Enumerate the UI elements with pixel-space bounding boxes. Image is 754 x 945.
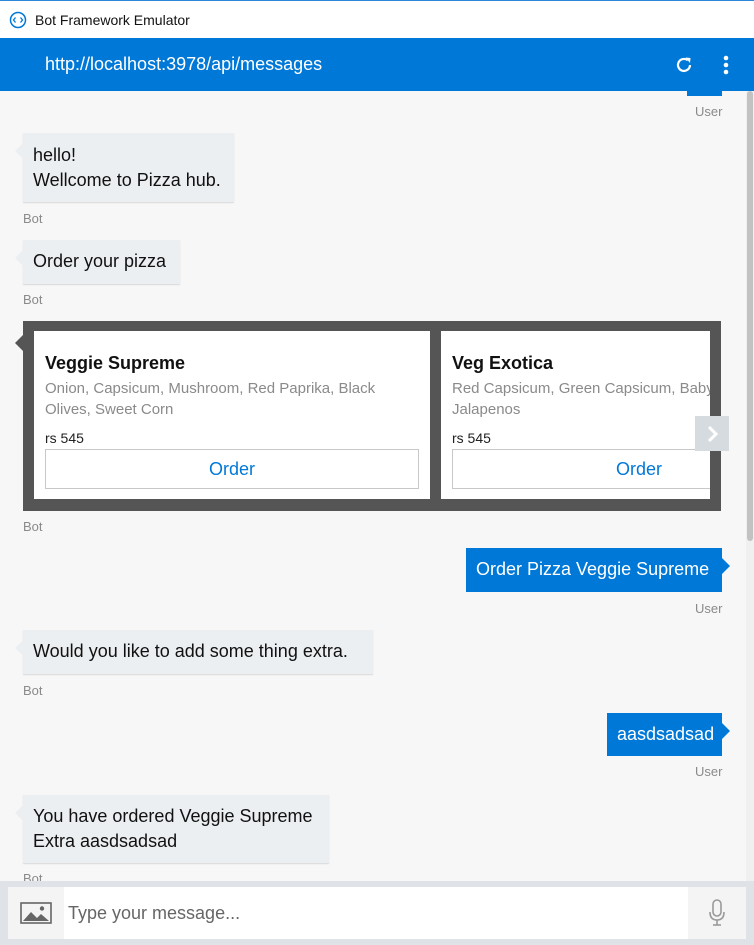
microphone-icon <box>709 899 725 926</box>
upload-image-button[interactable] <box>8 887 64 939</box>
sender-label-bot: Bot <box>23 683 43 698</box>
user-message: aasdsadsad <box>607 713 730 756</box>
message-input[interactable] <box>64 901 688 925</box>
sender-label-bot: Bot <box>23 519 43 534</box>
sender-label-bot: Bot <box>23 211 43 226</box>
card-price: rs 545 <box>452 430 491 446</box>
image-icon <box>20 902 52 924</box>
chevron-right-icon <box>707 425 719 442</box>
endpoint-url[interactable]: http://localhost:3978/api/messages <box>45 54 673 75</box>
user-bubble-partial <box>687 91 722 96</box>
endpoint-bar: http://localhost:3978/api/messages <box>0 38 754 91</box>
card-clip: Veg Exotica Red Capsicum, Green Capsicum… <box>441 331 710 499</box>
message-text: Order Pizza Veggie Supreme <box>476 559 710 579</box>
bot-message: Order your pizza <box>15 240 180 284</box>
card-title: Veggie Supreme <box>45 353 186 373</box>
sender-label-bot: Bot <box>23 292 43 307</box>
bot-message: You have ordered Veggie Supreme Extra aa… <box>15 795 329 863</box>
hero-card-carousel: Veggie Supreme Onion, Capsicum, Mushroom… <box>15 321 721 511</box>
message-text: Order your pizza <box>33 251 167 271</box>
sender-label-user: User <box>695 764 723 779</box>
chat-scrollbar-thumb[interactable] <box>747 91 753 541</box>
message-line: hello! <box>33 145 77 165</box>
sender-label-user: User <box>695 104 723 119</box>
message-input-bar <box>0 881 754 945</box>
message-input-container <box>8 887 746 939</box>
card-subtitle: Onion, Capsicum, Mushroom, Red Paprika, … <box>45 380 376 418</box>
card-title: Veg Exotica <box>452 353 554 373</box>
message-text: aasdsadsad <box>617 724 715 744</box>
message-text: Would you like to add some thing extra. <box>33 641 348 661</box>
order-button[interactable]: Order <box>452 449 710 489</box>
card-subtitle: Red Capsicum, Green Capsicum, Baby Corn,… <box>452 380 710 418</box>
bot-message: hello! Wellcome to Pizza hub. <box>15 133 234 202</box>
bot-message: Would you like to add some thing extra. <box>15 630 373 674</box>
window-title: Bot Framework Emulator <box>35 11 190 28</box>
carousel-next-button[interactable] <box>695 416 729 451</box>
sender-label-bot: Bot <box>23 871 43 881</box>
pizza-card: Veggie Supreme Onion, Capsicum, Mushroom… <box>34 331 430 499</box>
message-line: Extra aasdsadsad <box>33 831 178 851</box>
card-price: rs 545 <box>45 430 84 446</box>
user-message: Order Pizza Veggie Supreme <box>466 548 730 592</box>
microphone-button[interactable] <box>688 887 746 939</box>
message-line: Wellcome to Pizza hub. <box>33 170 221 190</box>
bot-emulator-logo-icon <box>9 11 27 28</box>
message-line: You have ordered Veggie Supreme <box>33 806 313 826</box>
sender-label-user: User <box>695 601 723 616</box>
more-options-icon[interactable] <box>715 54 737 76</box>
window-titlebar: Bot Framework Emulator <box>0 0 754 38</box>
refresh-icon[interactable] <box>673 54 695 76</box>
order-button[interactable]: Order <box>45 449 419 489</box>
pizza-card: Veg Exotica Red Capsicum, Green Capsicum… <box>441 331 710 499</box>
